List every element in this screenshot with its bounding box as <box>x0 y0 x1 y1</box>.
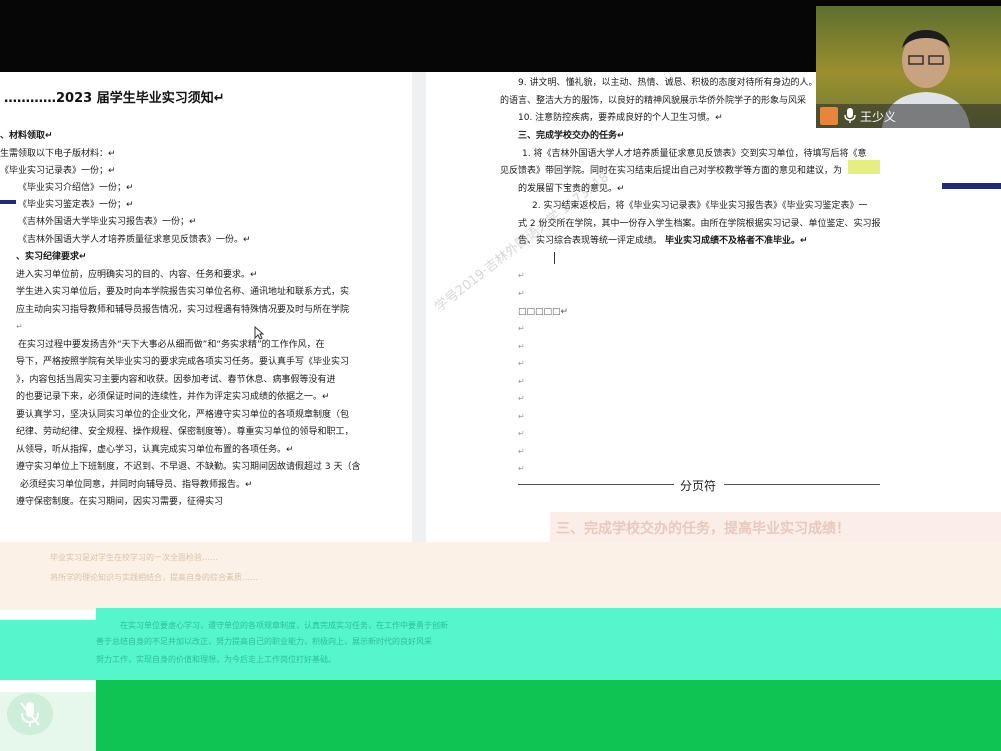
doc-line: 必须经实习单位同意，并同时向辅导员、指导教师报告。↵ <box>20 480 253 490</box>
overlay-line: 将所学的理论知识与实践相结合，提高自身的综合素质…… <box>50 573 258 582</box>
doc-line: 《毕业实习鉴定表》一份；↵ <box>18 200 134 210</box>
doc-line: 应主动向实习指导教师和辅导员报告情况，实习过程遇有特殊情况要及时与所在学院 <box>16 305 350 315</box>
doc-line: 1. 将《吉林外国语大学人才培养质量征求意见反馈表》交到实习单位，待填写后将《意 <box>522 149 867 159</box>
doc-line: 见反馈表》带回学院。同时在实习结束后提出自己对学校教学等方面的意见和建议，为 <box>500 166 843 176</box>
empty-paragraph: ↵ <box>518 412 525 421</box>
overlay-banner: 三、完成学校交办的任务，提高毕业实习成绩！ <box>550 512 1001 544</box>
doc-line: 的发展留下宝贵的意见。↵ <box>518 184 625 194</box>
doc-line: 《吉林外国语大学毕业实习报告表》一份；↵ <box>18 217 197 227</box>
doc-line: 在实习过程中要发扬吉外“天下大事必从细而做”和“务实求精”的工作作风，在 <box>18 340 325 350</box>
doc-line: 遵守保密制度。在实习期间，因实习需要，征得实习 <box>16 497 224 507</box>
doc-line: 《吉林外国语大学人才培养质量征求意见反馈表》一份。↵ <box>18 235 251 245</box>
doc-line: 三、完成学校交办的任务↵ <box>518 131 625 141</box>
empty-paragraph: ↵ <box>518 289 525 298</box>
doc-line: 9. 讲文明、懂礼貌，以主动、热情、诚恳、积极的态度对待所有身边的人。 <box>518 78 818 88</box>
doc-line: 的也要记录下来，必须保证时间的连续性，并作为评定实习成绩的依据之一。↵ <box>16 392 330 402</box>
doc-line: 导下，严格按照学院有关毕业实习的要求完成各项实习任务。要认真手写《毕业实习 <box>16 357 350 367</box>
empty-paragraph: ↵ <box>518 447 525 456</box>
participant-name-tag: 王少义 <box>816 104 1001 128</box>
doc-line: 从领导，听从指挥，虚心学习，认真完成实习单位布置的各项任务。↵ <box>16 445 294 455</box>
empty-paragraph: ↵ <box>518 464 525 473</box>
doc-line: 2. 实习结束返校后，将《毕业实习记录表》《毕业实习报告表》《毕业实习鉴定表》一 <box>532 201 868 211</box>
page-break-label: 分页符 <box>678 477 719 494</box>
overlay-banner-text: 三、完成学校交办的任务，提高毕业实习成绩！ <box>556 521 850 537</box>
microphone-icon <box>844 108 856 123</box>
overlay-line: 努力工作，实现自身的价值和理想，为今后走上工作岗位打好基础。 <box>96 655 336 664</box>
doc-line: 、实习纪律要求↵ <box>16 252 87 262</box>
empty-paragraph: ↵ <box>518 359 525 368</box>
doc-line: 《毕业实习记录表》一份；↵ <box>0 166 116 176</box>
overlay-line: 在实习单位要虚心学习，遵守单位的各项规章制度，认真完成实习任务，在工作中要勇于创… <box>120 621 448 630</box>
empty-paragraph: ↵ <box>518 271 525 280</box>
selection-bar <box>0 200 16 204</box>
doc-line: 《毕业实习介绍信》一份；↵ <box>18 183 134 193</box>
mute-microphone-button[interactable] <box>7 693 53 735</box>
microphone-off-icon <box>20 702 40 727</box>
participant-name: 王少义 <box>860 110 897 124</box>
overlay-teal-panel <box>0 620 96 680</box>
doc-line: ↵ <box>16 322 23 331</box>
doc-line: 10. 注意防控疾病，要养成良好的个人卫生习惯。↵ <box>518 113 723 123</box>
doc-line: 生需领取以下电子版材料：↵ <box>0 149 116 159</box>
page-break: 分页符 <box>518 477 880 494</box>
empty-paragraph: ↵ <box>518 394 525 403</box>
overlay-line: 毕业实习是对学生在校学习的一次全面检验…… <box>50 553 218 562</box>
doc-line: 纪律、劳动纪律、安全规程、操作规程、保密制度等）。尊重实习单位的领导和职工， <box>16 427 354 437</box>
doc-line: 式 2 份交所在学院，其中一份存入学生档案。由所在学院根据实习记录、单位鉴定、实… <box>518 219 881 229</box>
empty-paragraph: ↵ <box>518 377 525 386</box>
page-gap <box>412 72 426 542</box>
doc-line: 要认真学习，坚决认同实习单位的企业文化，严格遵守实习单位的各项规章制度（包 <box>16 410 350 420</box>
empty-paragraph: ↵ <box>518 429 525 438</box>
overlay-green-panel <box>96 680 1001 751</box>
text-cursor <box>554 252 555 264</box>
empty-paragraph: ↵ <box>518 342 525 351</box>
doc-title: …………2023 届学生毕业实习须知↵ <box>4 91 225 106</box>
doc-line: 学生进入实习单位后，要及时向本学院报告实习单位名称、通讯地址和联系方式，实 <box>16 287 350 297</box>
empty-paragraph: ↵ <box>518 324 525 333</box>
doc-line: 、材料领取↵ <box>0 131 53 141</box>
selection-bar <box>942 183 1001 189</box>
doc-line: 遵守实习单位上下班制度，不迟到、不早退、不缺勤。实习期间因故请假超过 3 天（含 <box>16 462 361 472</box>
overlay-line: 善于总结自身的不足并加以改正，努力提高自己的职业能力，积极向上，展示新时代的良好… <box>96 637 432 646</box>
doc-line: 进入实习单位前，应明确实习的目的、内容、任务和要求。↵ <box>16 270 258 280</box>
user-avatar <box>820 107 838 125</box>
doc-line: 的语言、整洁大方的服饰，以良好的精神风貌展示华侨外院学子的形象与风采 <box>500 96 807 106</box>
doc-line: □□□□□↵ <box>518 307 569 317</box>
highlight-mark <box>848 160 880 174</box>
doc-line: 毕业实习成绩不及格者不准毕业。↵ <box>665 236 808 246</box>
doc-line: 告、实习综合表现等统一评定成绩。 <box>518 236 663 246</box>
doc-line: 》，内容包括当周实习主要内容和收获。因参加考试、春节休息、病事假等没有进 <box>16 375 336 385</box>
mouse-pointer-icon <box>254 326 264 340</box>
